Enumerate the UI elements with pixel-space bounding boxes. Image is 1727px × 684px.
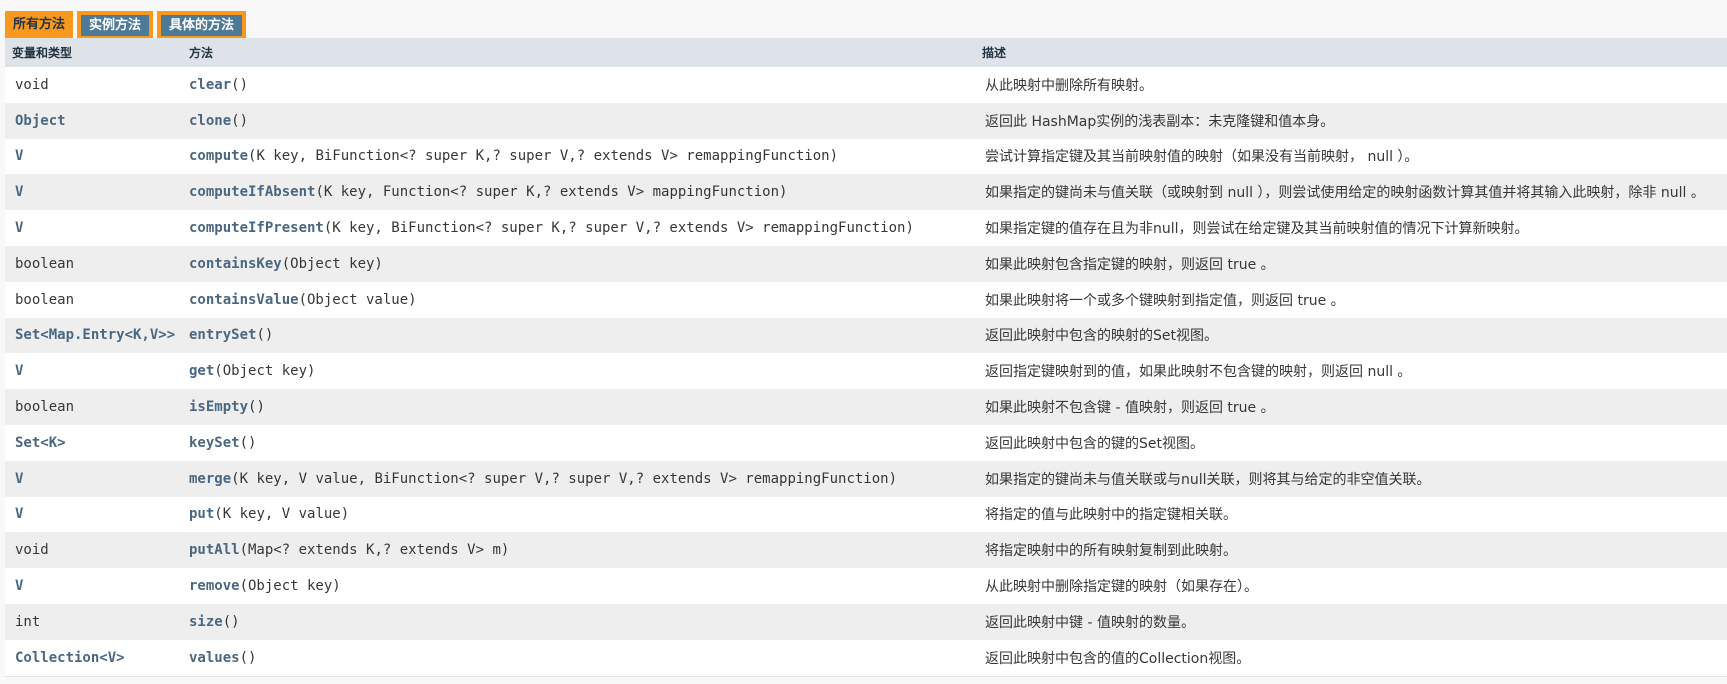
method-description: 从此映射中删除指定键的映射（如果存在）。 [985,579,1258,596]
method-description: 如果指定键的值存在且为非null，则尝试在给定键及其当前映射值的情况下计算新映射… [985,221,1529,238]
table-row: Collection<V> values() 返回此映射中包含的值的Collecti… [5,639,1727,676]
return-type[interactable]: Object [5,113,185,129]
method-signature[interactable]: putAll(Map<? extends K,? extends V> m) [185,542,975,558]
method-signature[interactable]: isEmpty() [185,399,975,415]
return-type[interactable]: Set<Map.Entry<K,V>> [5,327,185,343]
method-signature[interactable]: computeIfAbsent(K key, Function<? super … [185,184,975,200]
method-description: 返回指定键映射到的值，如果此映射不包含键的映射，则返回 null 。 [985,364,1412,381]
method-description: 如果此映射包含指定键的映射，则返回 true 。 [985,256,1275,273]
method-signature[interactable]: remove(Object key) [185,578,975,594]
table-row: Set<Map.Entry<K,V>> entrySet() 返回此映射中包含的映射… [5,317,1727,354]
method-name-link[interactable]: merge [189,471,231,487]
return-type: boolean [15,291,75,308]
method-description: 如果此映射将一个或多个键映射到指定值，则返回 true 。 [985,292,1345,309]
method-signature[interactable]: size() [185,614,975,630]
return-type[interactable]: Set<K> [5,435,185,451]
return-type[interactable]: V [5,220,185,236]
table-row: Set<K> keySet() 返回此映射中包含的键的Set视图。 [5,424,1727,461]
table-row: VcomputeIfAbsent(K key, Function<? super… [5,174,1727,211]
method-description: 返回此映射中包含的键的Set视图。 [985,435,1204,452]
table-row: int size() 返回此映射中键 - 值映射的数量。 [5,603,1727,640]
method-description: 如果此映射不包含键 - 值映射，则返回 true 。 [985,400,1275,417]
table-row: Vmerge(K key, V value, BiFunction<? supe… [5,460,1727,497]
header-type: 变量和类型 [12,46,73,60]
method-signature[interactable]: values() [185,650,975,666]
method-description: 返回此映射中包含的值的Collection视图。 [985,650,1251,667]
method-description: 从此映射中删除所有映射。 [985,77,1153,94]
method-name-link[interactable]: size [189,614,223,630]
method-name-link[interactable]: computeIfAbsent [189,184,315,200]
tab-label: 所有方法 [13,17,66,32]
header-description: 描述 [982,46,1007,60]
return-type: void [15,542,49,559]
method-signature[interactable]: containsKey(Object key) [185,256,975,272]
method-name-link[interactable]: containsValue [189,292,299,308]
method-name-link[interactable]: put [189,506,214,522]
method-name-link[interactable]: entrySet [189,327,256,343]
return-type: int [15,613,41,630]
method-signature[interactable]: entrySet() [185,327,975,343]
method-description: 将指定的值与此映射中的指定键相关联。 [985,507,1237,524]
method-name-link[interactable]: isEmpty [189,399,248,415]
method-signature[interactable]: get(Object key) [185,363,975,379]
method-name-link[interactable]: computeIfPresent [189,220,324,236]
method-summary-table: 变量和类型 方法 描述 void clear() 从此映射中删除所有映射。 Objec… [5,38,1727,677]
method-signature[interactable]: clone() [185,113,975,129]
method-signature[interactable]: clear() [185,77,975,93]
table-row: void putAll(Map<? extends K,? extends V> … [5,532,1727,569]
method-signature[interactable]: compute(K key, BiFunction<? super K,? su… [185,148,975,164]
table-row: boolean containsKey(Object key) 如果此映射包含指定键… [5,245,1727,282]
return-type: void [15,76,49,93]
table-header: 变量和类型 方法 描述 [5,38,1727,67]
return-type: boolean [15,255,75,272]
table-row: Vremove(Object key) 从此映射中删除指定键的映射（如果存在）。 [5,568,1727,604]
method-description: 如果指定的键尚未与值关联（或映射到 null ），则尝试使用给定的映射函数计算其… [985,185,1705,202]
tab-label: 实例方法 [81,15,150,36]
return-type[interactable]: V [5,578,185,594]
method-name-link[interactable]: keySet [189,435,240,451]
tab-all-methods[interactable]: 所有方法 [5,11,74,39]
method-name-link[interactable]: containsKey [189,256,282,272]
table-row: void clear() 从此映射中删除所有映射。 [5,67,1727,103]
method-description: 如果指定的键尚未与值关联或与null关联，则将其与给定的非空值关联。 [985,471,1431,488]
tab-label: 具体的方法 [161,15,243,36]
return-type[interactable]: Collection<V> [5,650,185,666]
method-name-link[interactable]: remove [189,578,240,594]
return-type[interactable]: V [5,471,185,487]
method-signature[interactable]: keySet() [185,435,975,451]
tab-instance-methods[interactable]: 实例方法 [77,11,154,39]
method-filter-tabs: 所有方法 实例方法 具体的方法 [5,11,247,39]
method-description: 尝试计算指定键及其当前映射值的映射（如果没有当前映射， null ）。 [985,149,1419,166]
table-row: Object clone() 返回此 HashMap实例的浅表副本：未克隆键和值本身… [5,102,1727,139]
method-description: 返回此映射中包含的映射的Set视图。 [985,328,1218,345]
header-method: 方法 [189,46,214,60]
method-name-link[interactable]: values [189,650,240,666]
return-type: boolean [15,399,75,416]
method-signature[interactable]: put(K key, V value) [185,506,975,522]
method-name-link[interactable]: get [189,363,214,379]
tab-concrete-methods[interactable]: 具体的方法 [157,11,247,39]
table-body: void clear() 从此映射中删除所有映射。 Object clone() 返回此 … [5,67,1727,676]
method-name-link[interactable]: clone [189,113,231,129]
return-type[interactable]: V [5,363,185,379]
method-name-link[interactable]: compute [189,148,248,164]
table-row: VcomputeIfPresent(K key, BiFunction<? su… [5,210,1727,246]
table-row: Vcompute(K key, BiFunction<? super K,? s… [5,138,1727,175]
table-row: boolean containsValue(Object value) 如果此映射将… [5,281,1727,318]
table-row: Vput(K key, V value) 将指定的值与此映射中的指定键相关联。 [5,496,1727,533]
return-type[interactable]: V [5,506,185,522]
method-signature[interactable]: computeIfPresent(K key, BiFunction<? sup… [185,220,975,236]
return-type[interactable]: V [5,184,185,200]
method-name-link[interactable]: clear [189,77,231,93]
method-description: 返回此映射中键 - 值映射的数量。 [985,614,1195,631]
method-description: 返回此 HashMap实例的浅表副本：未克隆键和值本身。 [985,113,1335,130]
method-description: 将指定映射中的所有映射复制到此映射。 [985,543,1237,560]
table-row: Vget(Object key) 返回指定键映射到的值，如果此映射不包含键的映射，… [5,353,1727,390]
return-type[interactable]: V [5,148,185,164]
table-row: boolean isEmpty() 如果此映射不包含键 - 值映射，则返回 true… [5,389,1727,425]
method-signature[interactable]: merge(K key, V value, BiFunction<? super… [185,471,975,487]
method-signature[interactable]: containsValue(Object value) [185,292,975,308]
method-name-link[interactable]: putAll [189,542,240,558]
